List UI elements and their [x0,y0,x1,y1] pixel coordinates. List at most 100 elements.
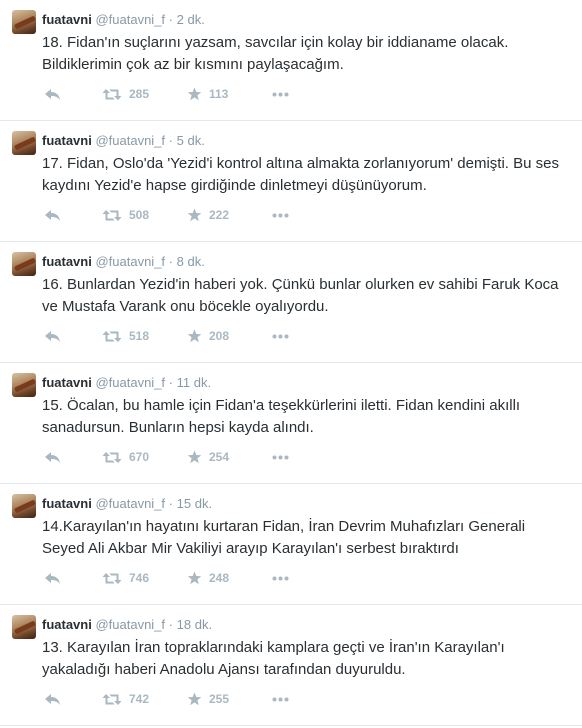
tweet-timeline: fuatavni @fuatavni_f · 2 dk. 18. Fidan'ı… [0,0,582,726]
timestamp[interactable]: 2 dk. [177,12,205,27]
tweet-actions: 670 254 [42,447,342,467]
tweet-actions: 508 222 [42,205,342,225]
more-button[interactable] [272,447,289,467]
retweet-count: 285 [129,87,150,101]
favorite-count: 255 [209,692,230,706]
retweet-icon [102,88,122,101]
tweet-actions: 285 113 [42,84,342,104]
user-name[interactable]: fuatavni [42,254,92,269]
retweet-count: 670 [129,450,150,464]
retweet-count: 742 [129,692,150,706]
favorite-button[interactable]: 255 [187,689,229,709]
tweet-text: 14.Karayılan'ın hayatını kurtaran Fidan,… [42,518,526,557]
more-dots-icon [272,455,289,460]
tweet[interactable]: fuatavni @fuatavni_f · 11 dk. 15. Öcalan… [0,363,582,484]
avatar[interactable] [12,252,36,276]
more-dots-icon [272,213,289,218]
retweet-icon [102,451,122,464]
separator-dot: · [168,254,174,269]
retweet-button[interactable]: 508 [102,205,149,225]
favorite-star-icon [187,571,202,585]
user-name[interactable]: fuatavni [42,496,92,511]
reply-button[interactable] [44,326,61,346]
tweet-header: fuatavni @fuatavni_f · 5 dk. [42,132,205,149]
tweet-header: fuatavni @fuatavni_f · 11 dk. [42,374,211,391]
timestamp[interactable]: 5 dk. [177,133,205,148]
user-handle[interactable]: @fuatavni_f [95,496,165,511]
favorite-count: 208 [209,329,230,343]
retweet-button[interactable]: 285 [102,84,149,104]
user-handle[interactable]: @fuatavni_f [95,375,165,390]
retweet-count: 746 [129,571,150,585]
reply-icon [44,451,61,464]
tweet-text: 18. Fidan'ın suçlarını yazsam, savcılar … [42,34,509,73]
tweet[interactable]: fuatavni @fuatavni_f · 15 dk. 14.Karayıl… [0,484,582,605]
avatar[interactable] [12,131,36,155]
favorite-button[interactable]: 248 [187,568,229,588]
favorite-button[interactable]: 222 [187,205,229,225]
user-handle[interactable]: @fuatavni_f [95,12,165,27]
avatar[interactable] [12,10,36,34]
retweet-count: 508 [129,208,150,222]
timestamp[interactable]: 11 dk. [177,375,211,390]
more-button[interactable] [272,205,289,225]
user-handle[interactable]: @fuatavni_f [95,254,165,269]
favorite-button[interactable]: 208 [187,326,229,346]
more-button[interactable] [272,568,289,588]
separator-dot: · [168,617,174,632]
more-button[interactable] [272,326,289,346]
tweet-text: 17. Fidan, Oslo'da 'Yezid'i kontrol altı… [42,155,559,194]
reply-button[interactable] [44,84,61,104]
tweet[interactable]: fuatavni @fuatavni_f · 5 dk. 17. Fidan, … [0,121,582,242]
tweet[interactable]: fuatavni @fuatavni_f · 2 dk. 18. Fidan'ı… [0,0,582,121]
separator-dot: · [168,496,174,511]
separator-dot: · [168,375,174,390]
reply-button[interactable] [44,689,61,709]
reply-icon [44,693,61,706]
tweet-actions: 518 208 [42,326,342,346]
favorite-count: 248 [209,571,230,585]
reply-icon [44,209,61,222]
user-handle[interactable]: @fuatavni_f [95,617,165,632]
favorite-button[interactable]: 113 [187,84,228,104]
retweet-button[interactable]: 742 [102,689,149,709]
reply-button[interactable] [44,447,61,467]
favorite-star-icon [187,692,202,706]
user-name[interactable]: fuatavni [42,375,92,390]
avatar[interactable] [12,494,36,518]
user-handle[interactable]: @fuatavni_f [95,133,165,148]
tweet[interactable]: fuatavni @fuatavni_f · 8 dk. 16. Bunlard… [0,242,582,363]
tweet-header: fuatavni @fuatavni_f · 18 dk. [42,616,212,633]
more-dots-icon [272,334,289,339]
favorite-button[interactable]: 254 [187,447,229,467]
avatar[interactable] [12,373,36,397]
tweet-header: fuatavni @fuatavni_f · 15 dk. [42,495,212,512]
retweet-button[interactable]: 518 [102,326,149,346]
timestamp[interactable]: 18 dk. [177,617,212,632]
retweet-icon [102,693,122,706]
tweet-header: fuatavni @fuatavni_f · 8 dk. [42,253,205,270]
tweet[interactable]: fuatavni @fuatavni_f · 18 dk. 13. Karayı… [0,605,582,726]
more-button[interactable] [272,689,289,709]
user-name[interactable]: fuatavni [42,617,92,632]
reply-button[interactable] [44,205,61,225]
timestamp[interactable]: 15 dk. [177,496,212,511]
more-dots-icon [272,697,289,702]
retweet-button[interactable]: 670 [102,447,149,467]
retweet-count: 518 [129,329,150,343]
avatar[interactable] [12,615,36,639]
timestamp[interactable]: 8 dk. [177,254,205,269]
tweet-actions: 746 248 [42,568,342,588]
more-button[interactable] [272,84,289,104]
tweet-actions: 742 255 [42,689,342,709]
favorite-star-icon [187,87,202,101]
user-name[interactable]: fuatavni [42,12,92,27]
tweet-text: 13. Karayılan İran topraklarındaki kampl… [42,639,505,678]
retweet-button[interactable]: 746 [102,568,149,588]
more-dots-icon [272,576,289,581]
favorite-star-icon [187,450,202,464]
reply-button[interactable] [44,568,61,588]
retweet-icon [102,209,122,222]
user-name[interactable]: fuatavni [42,133,92,148]
retweet-icon [102,330,122,343]
